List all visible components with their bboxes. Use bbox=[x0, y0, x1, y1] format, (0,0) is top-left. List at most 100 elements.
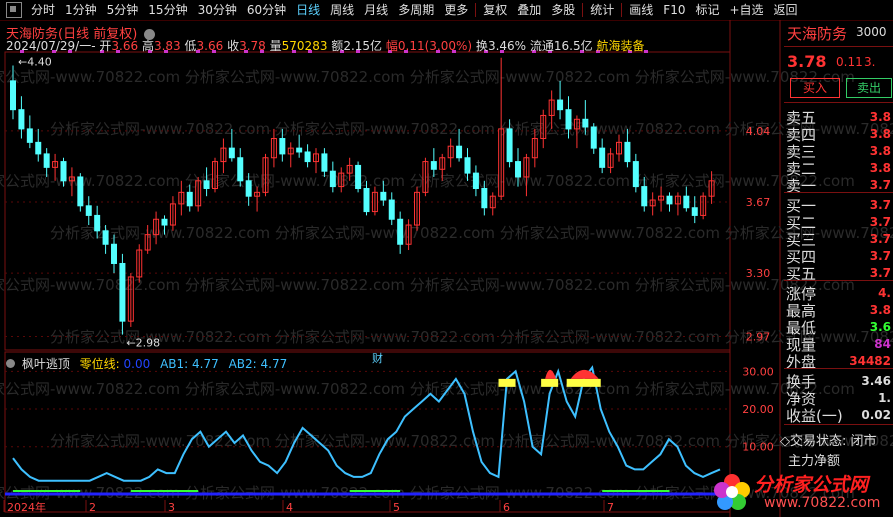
candle-body bbox=[329, 170, 336, 188]
candle-body bbox=[321, 153, 328, 172]
candle-body bbox=[472, 172, 479, 190]
time-axis-label: 7 bbox=[607, 501, 614, 514]
turnover-value: 3.46% bbox=[487, 39, 527, 53]
trade-status: ◇交易状态: 闭市 bbox=[780, 434, 877, 449]
toolbar-item-8[interactable]: 月线 bbox=[359, 0, 393, 20]
indicator-toggle-icon[interactable] bbox=[6, 359, 15, 368]
toolbar-item-3[interactable]: 15分钟 bbox=[143, 0, 192, 20]
candle-body bbox=[10, 80, 16, 111]
toolbar-item-12[interactable]: 叠加 bbox=[512, 0, 546, 20]
close-value: 3.78 bbox=[239, 39, 266, 53]
chart-area: 分析家公式网-www.70822.com 分析家公式网-www.70822.co… bbox=[0, 20, 893, 517]
panel-value-16: 1. bbox=[878, 391, 891, 405]
toolbar-item-15[interactable]: 画线 bbox=[624, 0, 658, 20]
time-axis-label: 5 bbox=[393, 501, 400, 514]
toolbar-item-16[interactable]: F10 bbox=[658, 0, 690, 20]
zero-line-value: 0.00 bbox=[123, 357, 151, 371]
candle-body bbox=[691, 207, 698, 216]
watermark-text: 分析家公式网-www.70822.com 分析家公式网-www.70822.co… bbox=[0, 172, 855, 190]
time-axis-label: 6 bbox=[503, 501, 510, 514]
panel-value-2: 3.8 bbox=[869, 144, 891, 158]
toolbar-item-9[interactable]: 多周期 bbox=[393, 0, 439, 20]
candle-body bbox=[296, 147, 303, 153]
panel-value-0: 3.8 bbox=[869, 110, 891, 124]
toolbar-item-1[interactable]: 1分钟 bbox=[60, 0, 102, 20]
toolbar-item-19[interactable]: 返回 bbox=[769, 0, 803, 20]
candle-body bbox=[641, 186, 648, 207]
panel-change: 0.11 bbox=[836, 55, 863, 69]
candle-body bbox=[632, 161, 639, 188]
toolbar-item-6[interactable]: 日线 bbox=[291, 0, 325, 20]
candle-body bbox=[18, 109, 25, 130]
candle-body bbox=[186, 191, 193, 207]
candle-body bbox=[35, 141, 42, 155]
candle-body bbox=[363, 188, 370, 213]
menu-icon[interactable] bbox=[6, 2, 22, 18]
sell-button[interactable]: 卖出 bbox=[846, 78, 892, 98]
watermark-text: 分析家公式网-www.70822.com 分析家公式网-www.70822.co… bbox=[0, 68, 855, 86]
toolbar-item-5[interactable]: 60分钟 bbox=[242, 0, 291, 20]
candle-body bbox=[355, 164, 362, 190]
toolbar-item-11[interactable]: 复权 bbox=[478, 0, 512, 20]
candle-body bbox=[380, 191, 387, 201]
low-value: 3.66 bbox=[196, 39, 224, 53]
toolbar-item-13[interactable]: 多股 bbox=[546, 0, 580, 20]
candle-body bbox=[94, 214, 101, 232]
candle-body bbox=[506, 128, 513, 163]
panel-stock-name: 天海防务 bbox=[787, 25, 848, 43]
price-axis-label: 4.04 bbox=[746, 125, 771, 138]
toolbar-item-18[interactable]: +自选 bbox=[724, 0, 768, 20]
candle-body bbox=[388, 199, 395, 220]
indicator-header: 枫叶逃顶 零位线: 0.00 AB1: 4.77 AB2: 4.77 bbox=[6, 355, 287, 372]
panel-value-4: 3.7 bbox=[869, 178, 891, 192]
sector-label: 航海装备 bbox=[596, 39, 645, 53]
candle-body bbox=[43, 153, 50, 168]
candle-body bbox=[624, 141, 631, 163]
candle-body bbox=[590, 126, 597, 149]
indicator-axis-label: 10.00 bbox=[742, 441, 774, 454]
candle-body bbox=[397, 218, 404, 245]
signal-dot bbox=[644, 50, 648, 53]
panel-value-1: 3.8 bbox=[869, 127, 891, 141]
panel-price: 3.78 bbox=[787, 52, 827, 71]
range-value: 0.11(3.00%) bbox=[397, 39, 473, 53]
buy-button[interactable]: 买入 bbox=[790, 78, 840, 98]
panel-value-5: 3.7 bbox=[869, 198, 891, 212]
candle-body bbox=[279, 138, 286, 155]
panel-label-17: 收益(一) bbox=[786, 407, 843, 425]
top-signal-block bbox=[541, 378, 559, 387]
panel-value-12: 3.6 bbox=[869, 320, 891, 334]
toolbar-item-10[interactable]: 更多 bbox=[439, 0, 473, 20]
toolbar-item-0[interactable]: 分时 bbox=[26, 0, 60, 20]
toolbar-item-17[interactable]: 标记 bbox=[690, 0, 724, 20]
indicator-axis-label: 20.00 bbox=[742, 403, 774, 416]
volume-value: 570283 bbox=[281, 39, 328, 53]
candle-body bbox=[102, 230, 109, 245]
indicator-axis-label: 30.00 bbox=[742, 365, 774, 378]
price-axis-label: 2.97 bbox=[746, 331, 771, 344]
time-axis-label: 3 bbox=[168, 501, 175, 514]
panel-value-7: 3.7 bbox=[869, 232, 891, 246]
quote-line: 2024/07/29/一- 开3.66 高3.83 低3.66 收3.78 量5… bbox=[6, 39, 645, 53]
candle-body bbox=[683, 195, 690, 209]
panel-value-11: 3.8 bbox=[869, 303, 891, 317]
panel-value-3: 3.8 bbox=[869, 161, 891, 175]
candle-body bbox=[228, 147, 235, 159]
panel-value-17: 0.02 bbox=[861, 408, 891, 422]
main-flow-label: 主力净额 bbox=[788, 454, 841, 469]
toolbar-item-2[interactable]: 5分钟 bbox=[102, 0, 144, 20]
toolbar-item-7[interactable]: 周线 bbox=[325, 0, 359, 20]
candle-body bbox=[456, 145, 463, 159]
candle-body bbox=[557, 99, 564, 111]
open-value: 3.66 bbox=[111, 39, 139, 53]
toolbar-item-14[interactable]: 统计 bbox=[585, 0, 619, 20]
candle-body bbox=[203, 180, 210, 190]
high-value: 3.83 bbox=[153, 39, 181, 53]
logo-title: 分析家公式网 bbox=[754, 474, 869, 496]
candle-body bbox=[464, 157, 471, 174]
panel-value-15: 3.46 bbox=[861, 374, 891, 388]
flower-logo-icon bbox=[714, 474, 750, 510]
toolbar-item-4[interactable]: 30分钟 bbox=[193, 0, 242, 20]
candle-body bbox=[237, 157, 244, 182]
panel-value-13: 84 bbox=[874, 337, 891, 351]
